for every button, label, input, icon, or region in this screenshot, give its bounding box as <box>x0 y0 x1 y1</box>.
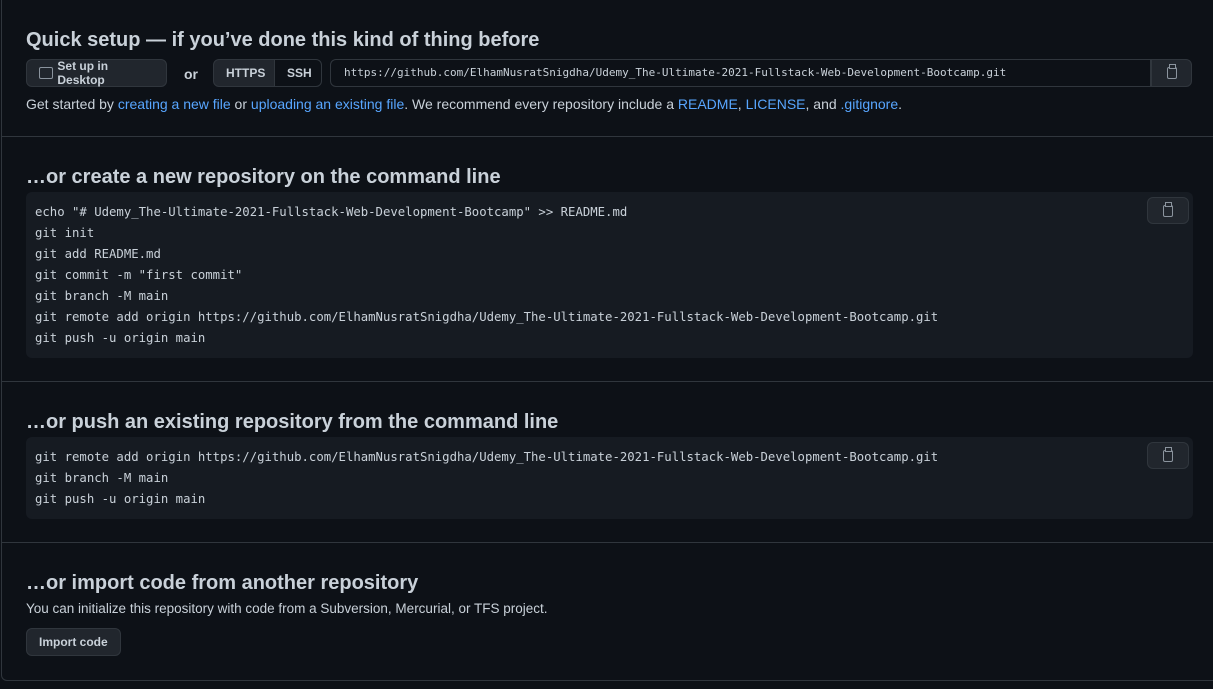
desktop-download-icon <box>39 67 54 79</box>
create-file-link[interactable]: creating a new file <box>118 96 231 112</box>
or-label: or <box>184 66 198 82</box>
https-tab[interactable]: HTTPS <box>213 59 275 87</box>
upload-file-link[interactable]: uploading an existing file <box>251 96 404 112</box>
copy-url-button[interactable] <box>1151 59 1192 87</box>
quick-setup-title: Quick setup — if you’ve done this kind o… <box>26 29 540 51</box>
create-repo-code: echo "# Udemy_The-Ultimate-2021-Fullstac… <box>26 192 1193 358</box>
clipboard-icon <box>1163 201 1173 217</box>
create-repo-title: …or create a new repository on the comma… <box>26 166 501 188</box>
import-code-button[interactable]: Import code <box>26 628 121 656</box>
push-repo-code: git remote add origin https://github.com… <box>26 437 1193 519</box>
help-text: Get started by creating a new file or up… <box>26 96 903 112</box>
copy-create-code-button[interactable] <box>1147 197 1189 224</box>
copy-push-code-button[interactable] <box>1147 442 1189 469</box>
readme-link[interactable]: README <box>678 96 738 112</box>
clipboard-icon <box>1166 64 1177 79</box>
setup-desktop-button[interactable]: Set up in Desktop <box>26 59 167 87</box>
clipboard-icon <box>1163 446 1173 462</box>
clone-url-input[interactable]: https://github.com/ElhamNusratSnigdha/Ud… <box>330 59 1151 87</box>
gitignore-link[interactable]: .gitignore <box>841 96 899 112</box>
ssh-tab[interactable]: SSH <box>274 59 322 87</box>
import-title: …or import code from another repository <box>26 572 419 594</box>
setup-desktop-label: Set up in Desktop <box>57 59 109 87</box>
import-description: You can initialize this repository with … <box>26 601 548 616</box>
setup-panel: Quick setup — if you’ve done this kind o… <box>1 0 1213 681</box>
quick-setup-section: Quick setup — if you’ve done this kind o… <box>2 0 1213 137</box>
import-section: …or import code from another repository … <box>2 543 1213 681</box>
create-repo-section: …or create a new repository on the comma… <box>2 137 1213 382</box>
push-repo-title: …or push an existing repository from the… <box>26 411 559 433</box>
license-link[interactable]: LICENSE <box>746 96 806 112</box>
push-repo-section: …or push an existing repository from the… <box>2 382 1213 543</box>
